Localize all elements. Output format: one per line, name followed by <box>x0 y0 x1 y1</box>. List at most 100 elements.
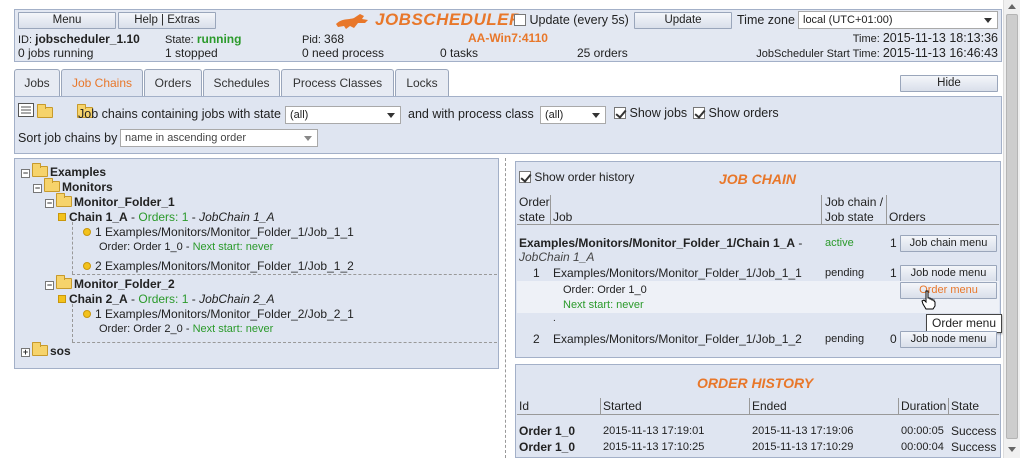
order-menu-button[interactable]: Order menu <box>900 282 997 299</box>
tree-sos[interactable]: + sos <box>21 342 71 358</box>
logo-text: JOBSCHEDULER <box>375 10 522 29</box>
tree-chain-1[interactable]: Chain 1_A - Orders: 1 - JobChain 1_A <box>58 210 274 224</box>
tree-folder-1[interactable]: − Monitor_Folder_1 <box>45 193 175 209</box>
tree-chain-2-node-1[interactable]: 1 Examples/Monitors/Monitor_Folder_2/Job… <box>83 307 354 321</box>
tab-schedules[interactable]: Schedules <box>203 69 280 97</box>
history-col-state: State <box>951 399 980 413</box>
col-order-state: Order state <box>519 195 550 224</box>
need-process: 0 need process <box>302 46 385 60</box>
job-node-icon <box>83 228 91 236</box>
chain-row[interactable]: Examples/Monitors/Monitor_Folder_1/Chain… <box>519 236 819 264</box>
timezone-select[interactable]: local (UTC+01:00) <box>798 11 998 29</box>
tree-chain-2-order[interactable]: Order: Order 2_0 - Next start: never <box>99 323 273 335</box>
help-extras-button[interactable]: Help | Extras <box>118 12 216 29</box>
tab-orders[interactable]: Orders <box>144 69 202 97</box>
job-chain-icon <box>58 213 66 221</box>
state-filter-select[interactable]: (all) <box>285 106 401 124</box>
menu-button[interactable]: Menu <box>18 12 116 29</box>
folder-icon <box>56 193 72 207</box>
node-2-job[interactable]: Examples/Monitors/Monitor_Folder_1/Job_1… <box>553 332 802 346</box>
folder-icon <box>56 275 72 289</box>
process-class-select[interactable]: (all) <box>540 106 606 124</box>
tree-chain-1-order[interactable]: Order: Order 1_0 - Next start: never <box>99 241 273 253</box>
job-node-menu-button-1[interactable]: Job node menu <box>900 265 997 282</box>
history-col-duration: Duration <box>901 399 947 413</box>
show-jobs-checkbox[interactable] <box>614 107 626 119</box>
col-job: Job <box>553 210 573 224</box>
tree-monitors[interactable]: − Monitors <box>33 178 113 194</box>
show-history-toggle[interactable]: Show order history <box>519 170 634 184</box>
node-2-state: 2 <box>533 332 540 346</box>
job-node-icon <box>83 310 91 318</box>
panel-splitter[interactable] <box>505 158 509 458</box>
show-jobs-toggle[interactable]: Show jobs <box>614 106 687 120</box>
show-history-checkbox[interactable] <box>519 171 531 183</box>
job-chain-menu-button[interactable]: Job chain menu <box>900 235 997 252</box>
order-row-label[interactable]: Order: Order 1_0 <box>563 284 647 296</box>
jobs-running: 0 jobs running <box>18 46 94 60</box>
collapse-icon: − <box>45 280 54 290</box>
tab-jobs[interactable]: Jobs <box>14 69 60 97</box>
state-filter-value: (all) <box>290 109 309 121</box>
col-orders: Orders <box>889 210 926 224</box>
node-1-status: pending <box>825 267 865 279</box>
job-node-menu-button-2[interactable]: Job node menu <box>900 331 997 348</box>
timezone-value: local (UTC+01:00) <box>803 14 893 26</box>
job-chain-icon <box>58 295 66 303</box>
scroll-down-arrow-icon[interactable] <box>1008 447 1016 452</box>
tree-chain-1-node-1[interactable]: 1 Examples/Monitors/Monitor_Folder_1/Job… <box>83 225 354 239</box>
hide-button[interactable]: Hide <box>900 75 998 92</box>
open-folders-icon[interactable] <box>37 104 53 118</box>
sort-select[interactable]: name in ascending order <box>120 129 318 147</box>
col-job-chain-state: Job chain / Job state <box>825 195 884 224</box>
history-row[interactable]: Order 1_0 2015-11-13 17:19:01 2015-11-13… <box>519 424 997 439</box>
scrollbar-thumb[interactable] <box>1006 14 1018 439</box>
tab-process-classes[interactable]: Process Classes <box>281 69 394 97</box>
order-history-title: ORDER HISTORY <box>697 375 814 391</box>
job-chain-title: JOB CHAIN <box>719 171 797 187</box>
tab-job-chains[interactable]: Job Chains <box>61 69 143 98</box>
history-row[interactable]: Order 1_0 2015-11-13 17:10:25 2015-11-13… <box>519 440 997 455</box>
sort-label: Sort job chains by <box>18 131 118 145</box>
show-orders-toggle[interactable]: Show orders <box>693 106 779 120</box>
show-orders-checkbox[interactable] <box>693 107 705 119</box>
job-node-icon <box>83 262 91 270</box>
update-every-label: Update (every 5s) <box>529 13 629 27</box>
node-1-job[interactable]: Examples/Monitors/Monitor_Folder_1/Job_1… <box>553 266 802 280</box>
node-2-orders-count: 0 <box>890 332 897 346</box>
page-scrollbar[interactable] <box>1003 0 1020 458</box>
node-1-state: 1 <box>533 266 540 280</box>
tree-folder-2[interactable]: − Monitor_Folder_2 <box>45 275 175 291</box>
hand-cursor-icon <box>921 290 936 310</box>
tab-locks[interactable]: Locks <box>395 69 449 97</box>
scheduler-state: State: running <box>165 32 242 46</box>
order-row-next: Next start: never <box>563 299 644 311</box>
collapse-icon: − <box>33 183 42 193</box>
scroll-up-arrow-icon[interactable] <box>1008 4 1016 9</box>
expand-icon: + <box>21 347 30 357</box>
collapse-icon: − <box>21 168 30 178</box>
timezone-label: Time zone <box>737 13 795 27</box>
show-history-label: Show order history <box>534 170 635 184</box>
history-col-ended: Ended <box>752 399 787 413</box>
tree-examples[interactable]: − Examples <box>21 163 106 179</box>
list-view-icon[interactable] <box>18 103 34 117</box>
folder-icon <box>32 163 48 177</box>
scheduler-pid: Pid: 368 <box>302 32 345 46</box>
update-every-toggle[interactable]: Update (every 5s) <box>514 13 629 27</box>
history-col-id: Id <box>519 399 530 413</box>
scheduler-id: ID: jobscheduler_1.10 <box>18 32 140 46</box>
orders-count: 25 orders <box>577 46 628 60</box>
update-button[interactable]: Update <box>634 12 732 29</box>
process-class-value: (all) <box>545 109 564 121</box>
show-jobs-label: Show jobs <box>629 106 688 120</box>
host-link[interactable]: AA-Win7:4110 <box>468 31 548 45</box>
update-checkbox[interactable] <box>514 14 526 26</box>
chain-orders-count: 1 <box>890 236 897 250</box>
chain-status: active <box>825 237 854 249</box>
tree-chain-2[interactable]: Chain 2_A - Orders: 1 - JobChain 2_A <box>58 292 274 306</box>
start-time: JobScheduler Start Time: 2015-11-13 16:4… <box>756 46 998 60</box>
node-1-orders-count: 1 <box>890 266 897 280</box>
state-filter-label: Job chains containing jobs with state <box>78 107 281 121</box>
tree-chain-1-node-2[interactable]: 2 Examples/Monitors/Monitor_Folder_1/Job… <box>83 259 354 273</box>
